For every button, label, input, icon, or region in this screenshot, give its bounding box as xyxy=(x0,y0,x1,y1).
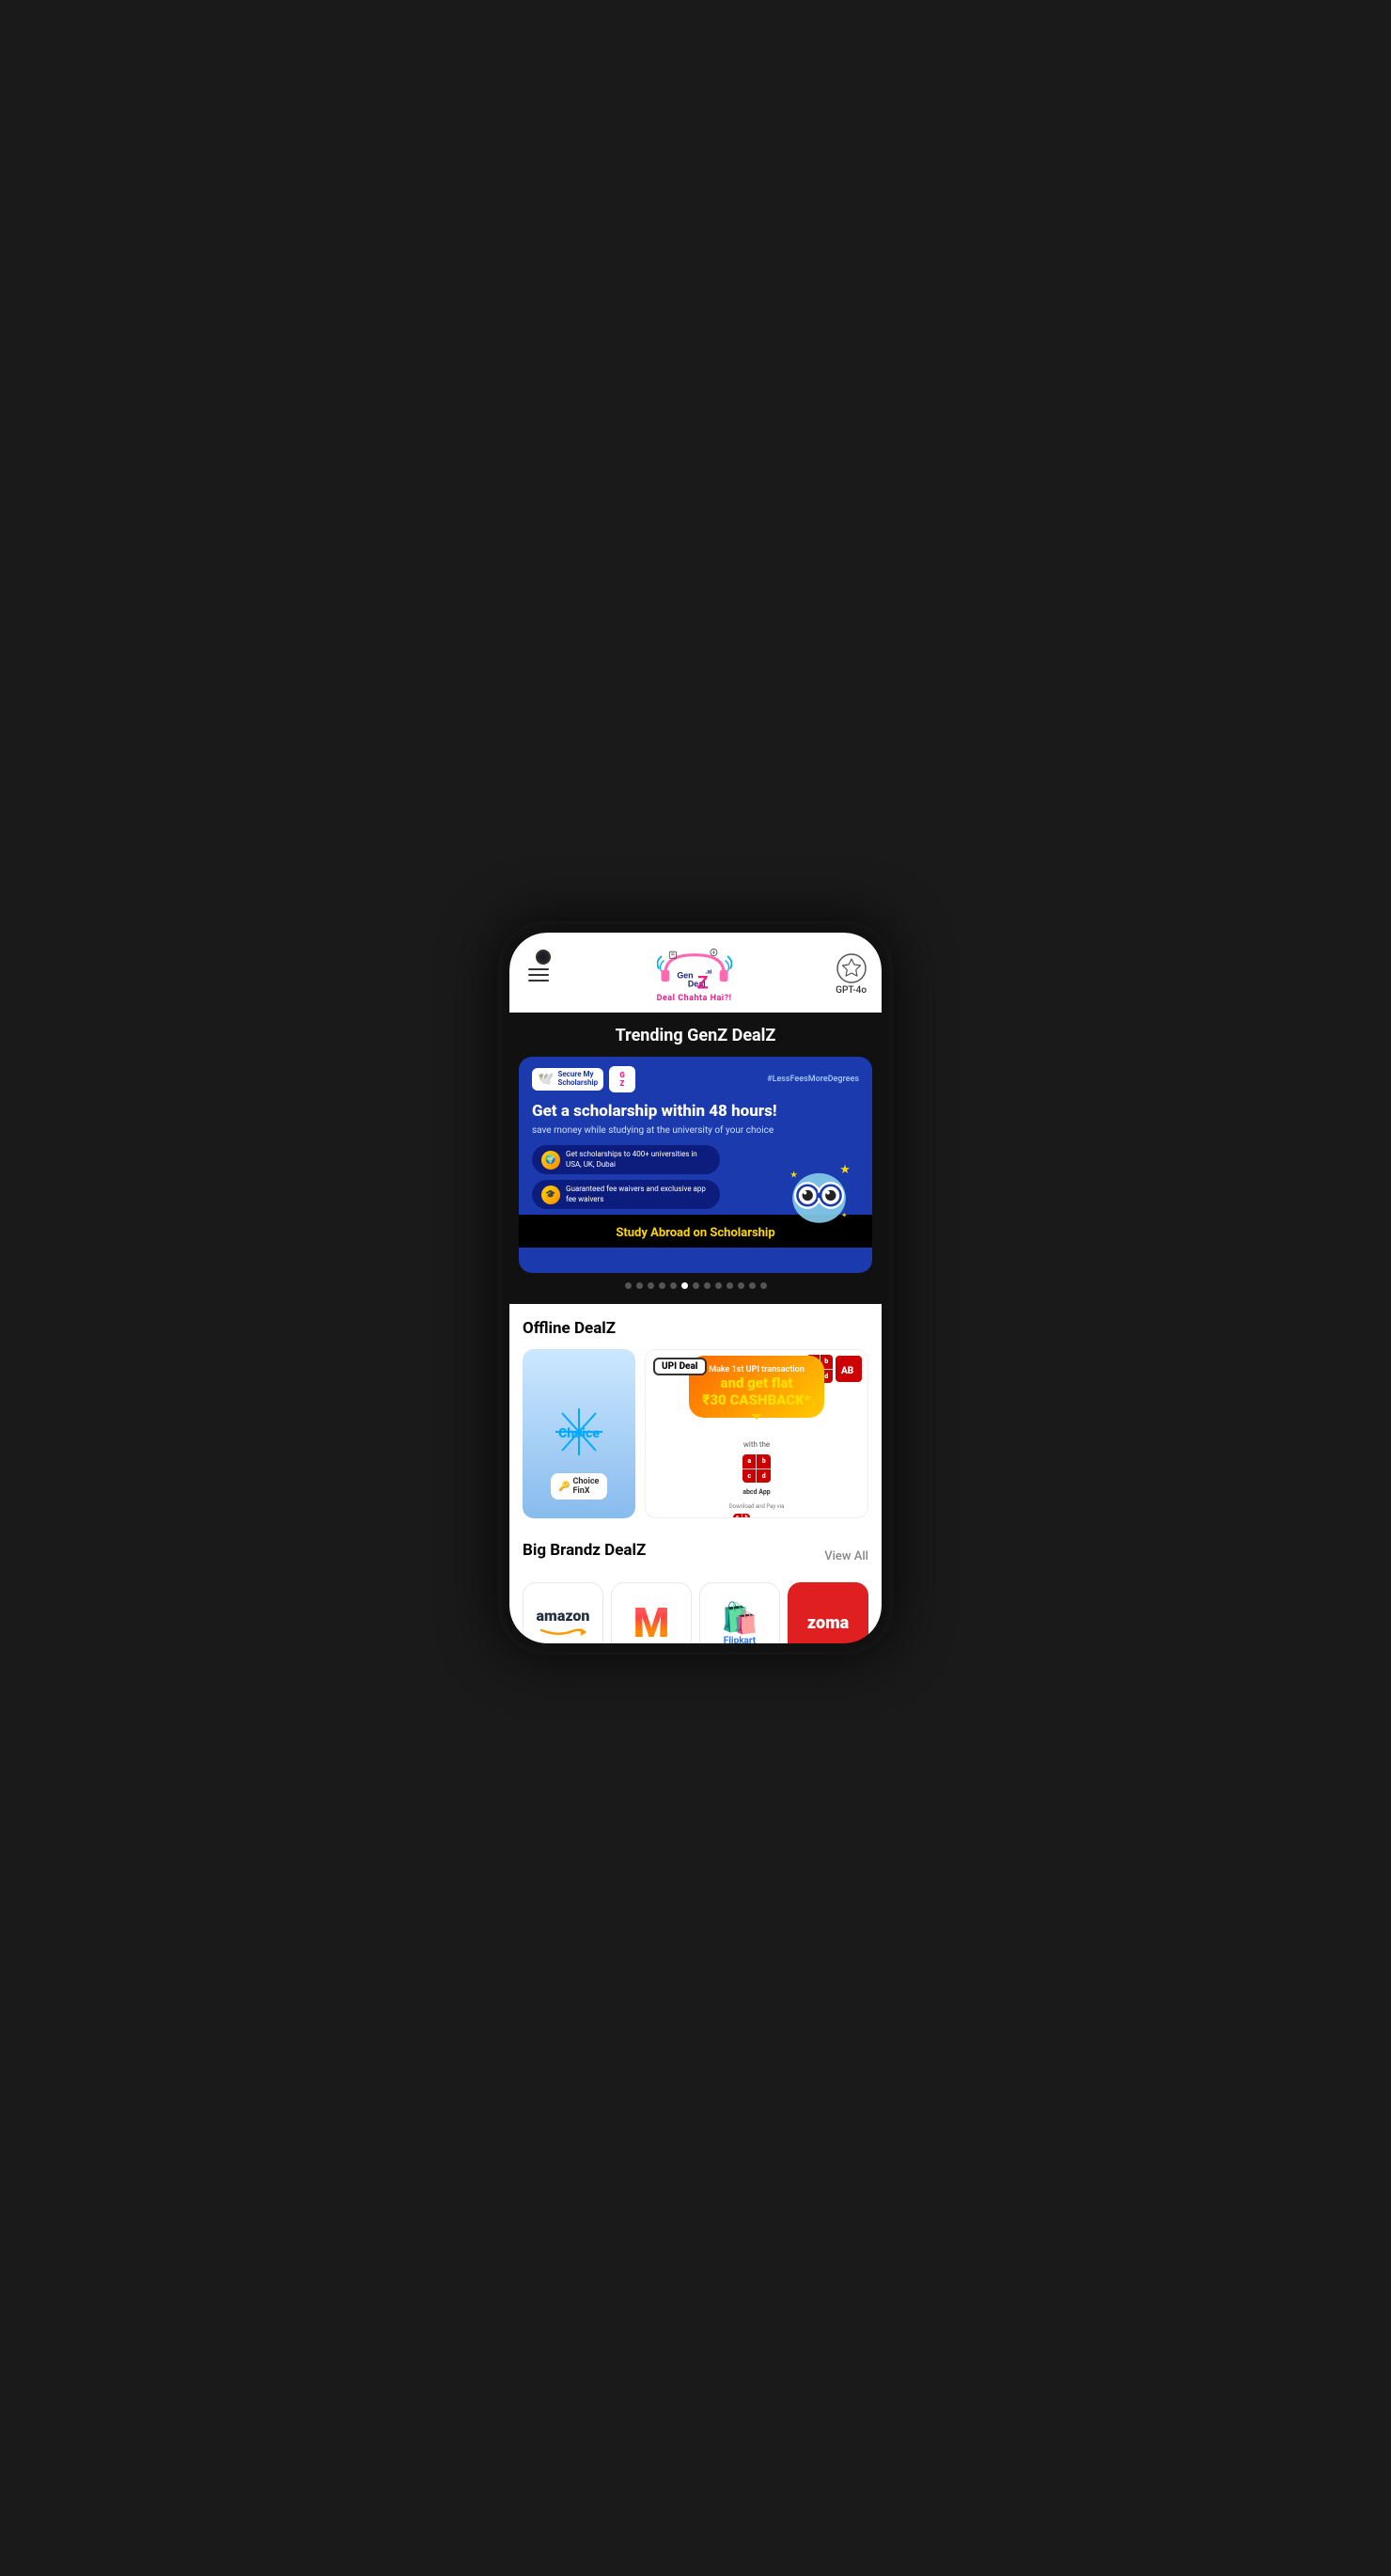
svg-text:★: ★ xyxy=(839,1163,851,1177)
trending-card[interactable]: 🕊️ Secure MyScholarship GZ #LessFeesMore… xyxy=(519,1057,872,1273)
card-header: 🕊️ Secure MyScholarship GZ #LessFeesMore… xyxy=(519,1057,872,1098)
svg-text:Z: Z xyxy=(696,972,708,993)
choice-card[interactable]: Choice 🔑 Choice FinX xyxy=(523,1349,635,1518)
brand-name: Secure MyScholarship xyxy=(557,1071,598,1088)
feature-text-1: Get scholarships to 400+ universities in… xyxy=(566,1150,711,1170)
choice-finx-badge: 🔑 Choice FinX xyxy=(551,1473,607,1500)
offline-title: Offline DealZ xyxy=(523,1319,868,1338)
logo-svg: Gen Deal Z .ai xyxy=(657,946,732,997)
gpt-logo-icon xyxy=(836,953,867,983)
brand-logo-box: GZ xyxy=(609,1066,635,1092)
dot-6[interactable] xyxy=(681,1282,688,1289)
feature-item-1: 🌍 Get scholarships to 400+ universities … xyxy=(532,1145,720,1174)
svg-text:AB: AB xyxy=(840,1366,854,1376)
scholarship-brand: 🕊️ Secure MyScholarship GZ xyxy=(532,1066,635,1092)
big-brandz-title: Big Brandz DealZ xyxy=(523,1541,646,1560)
big-brandz-section: Big Brandz DealZ View All amazon xyxy=(509,1528,882,1643)
amazon-logo-text: amazon xyxy=(537,1609,590,1624)
gpt-badge: GPT-4o xyxy=(836,953,867,996)
dot-7[interactable] xyxy=(693,1282,699,1289)
brand-card-amazon[interactable]: amazon xyxy=(523,1582,603,1643)
logo-tagline: Deal Chahta Hai?! xyxy=(657,994,732,1003)
trending-section: Trending GenZ DealZ 🕊️ Secure MyScholars… xyxy=(509,1013,882,1304)
big-brandz-header: Big Brandz DealZ View All xyxy=(523,1541,868,1571)
dot-10[interactable] xyxy=(727,1282,733,1289)
front-camera xyxy=(536,950,551,965)
app-header: Gen Deal Z .ai Deal Chahta Hai?! xyxy=(509,933,882,1013)
zomato-logo-text: zoma xyxy=(807,1613,849,1633)
feature-item-2: 🎓 Guaranteed fee waivers and exclusive a… xyxy=(532,1180,720,1209)
dot-11[interactable] xyxy=(738,1282,744,1289)
big-brandz-view-all[interactable]: View All xyxy=(824,1549,868,1563)
card-hashtag: #LessFeesMoreDegrees xyxy=(767,1075,859,1084)
phone-frame: Gen Deal Z .ai Deal Chahta Hai?! xyxy=(498,921,893,1655)
upi-download-text: Download and Pay via xyxy=(729,1503,785,1510)
dot-1[interactable] xyxy=(625,1282,632,1289)
upi-badge: UPI Deal xyxy=(653,1358,707,1375)
upi-app-logo: with the a b c d abcd App Download and P… xyxy=(729,1431,785,1518)
dot-13[interactable] xyxy=(760,1282,767,1289)
abcd-logo-2: AB xyxy=(836,1356,862,1382)
myntra-logo: M xyxy=(633,1598,670,1643)
offline-section: Offline DealZ xyxy=(509,1304,882,1528)
choice-finx-text: Choice FinX xyxy=(572,1477,600,1496)
card-sub-title: save money while studying at the univers… xyxy=(519,1124,872,1145)
feature-icon-1: 🌍 xyxy=(541,1151,560,1170)
phone-inner: Gen Deal Z .ai Deal Chahta Hai?! xyxy=(509,933,882,1643)
flipkart-logo: 🛍️ Flipkart xyxy=(721,1600,758,1644)
cta-text: Study Abroad on Scholarship xyxy=(616,1226,774,1240)
upi-with-text: with the xyxy=(743,1440,770,1449)
upi-make-text: Make 1st UPI transaction xyxy=(702,1365,810,1374)
gpt-label: GPT-4o xyxy=(836,985,867,996)
dot-2[interactable] xyxy=(636,1282,643,1289)
brand-logo-securemy: 🕊️ Secure MyScholarship xyxy=(532,1068,603,1091)
upi-app-name: abcd App xyxy=(742,1488,770,1496)
screen[interactable]: Gen Deal Z .ai Deal Chahta Hai?! xyxy=(509,933,882,1643)
brand-cards-row: amazon M xyxy=(523,1582,868,1643)
card-main-title: Get a scholarship within 48 hours! xyxy=(519,1098,872,1124)
brand-card-myntra[interactable]: M xyxy=(611,1582,692,1643)
trending-title: Trending GenZ DealZ xyxy=(509,1026,882,1045)
brand-card-flipkart[interactable]: 🛍️ Flipkart xyxy=(699,1582,780,1643)
flipkart-text: Flipkart xyxy=(724,1636,756,1644)
menu-button[interactable] xyxy=(524,965,553,985)
card-mascot: ★ ★ ✦ xyxy=(779,1155,859,1235)
brand-card-zomato[interactable]: zoma xyxy=(788,1582,868,1643)
upi-cashback-amount: and get flat ₹30 CASHBACK* xyxy=(702,1374,810,1408)
dot-5[interactable] xyxy=(670,1282,677,1289)
dot-12[interactable] xyxy=(749,1282,756,1289)
dot-4[interactable] xyxy=(659,1282,665,1289)
upi-cashback-bubble: Make 1st UPI transaction and get flat ₹3… xyxy=(689,1356,823,1418)
feature-text-2: Guaranteed fee waivers and exclusive app… xyxy=(566,1185,711,1204)
svg-text:★: ★ xyxy=(789,1170,797,1181)
offline-cards-row: Choice 🔑 Choice FinX UPI Deal xyxy=(523,1349,868,1518)
dot-8[interactable] xyxy=(704,1282,711,1289)
carousel-container[interactable]: 🕊️ Secure MyScholarship GZ #LessFeesMore… xyxy=(509,1057,882,1273)
svg-text:.ai: .ai xyxy=(705,968,711,975)
dot-9[interactable] xyxy=(715,1282,722,1289)
amazon-arrow xyxy=(539,1624,586,1637)
upi-deal-card[interactable]: UPI Deal a b c d xyxy=(645,1349,868,1518)
flipkart-bag-icon: 🛍️ xyxy=(721,1600,758,1636)
dot-3[interactable] xyxy=(648,1282,654,1289)
app-logo: Gen Deal Z .ai Deal Chahta Hai?! xyxy=(657,946,732,1003)
feature-icon-2: 🎓 xyxy=(541,1186,560,1204)
svg-text:✦: ✦ xyxy=(841,1211,848,1219)
carousel-dots xyxy=(509,1282,882,1289)
